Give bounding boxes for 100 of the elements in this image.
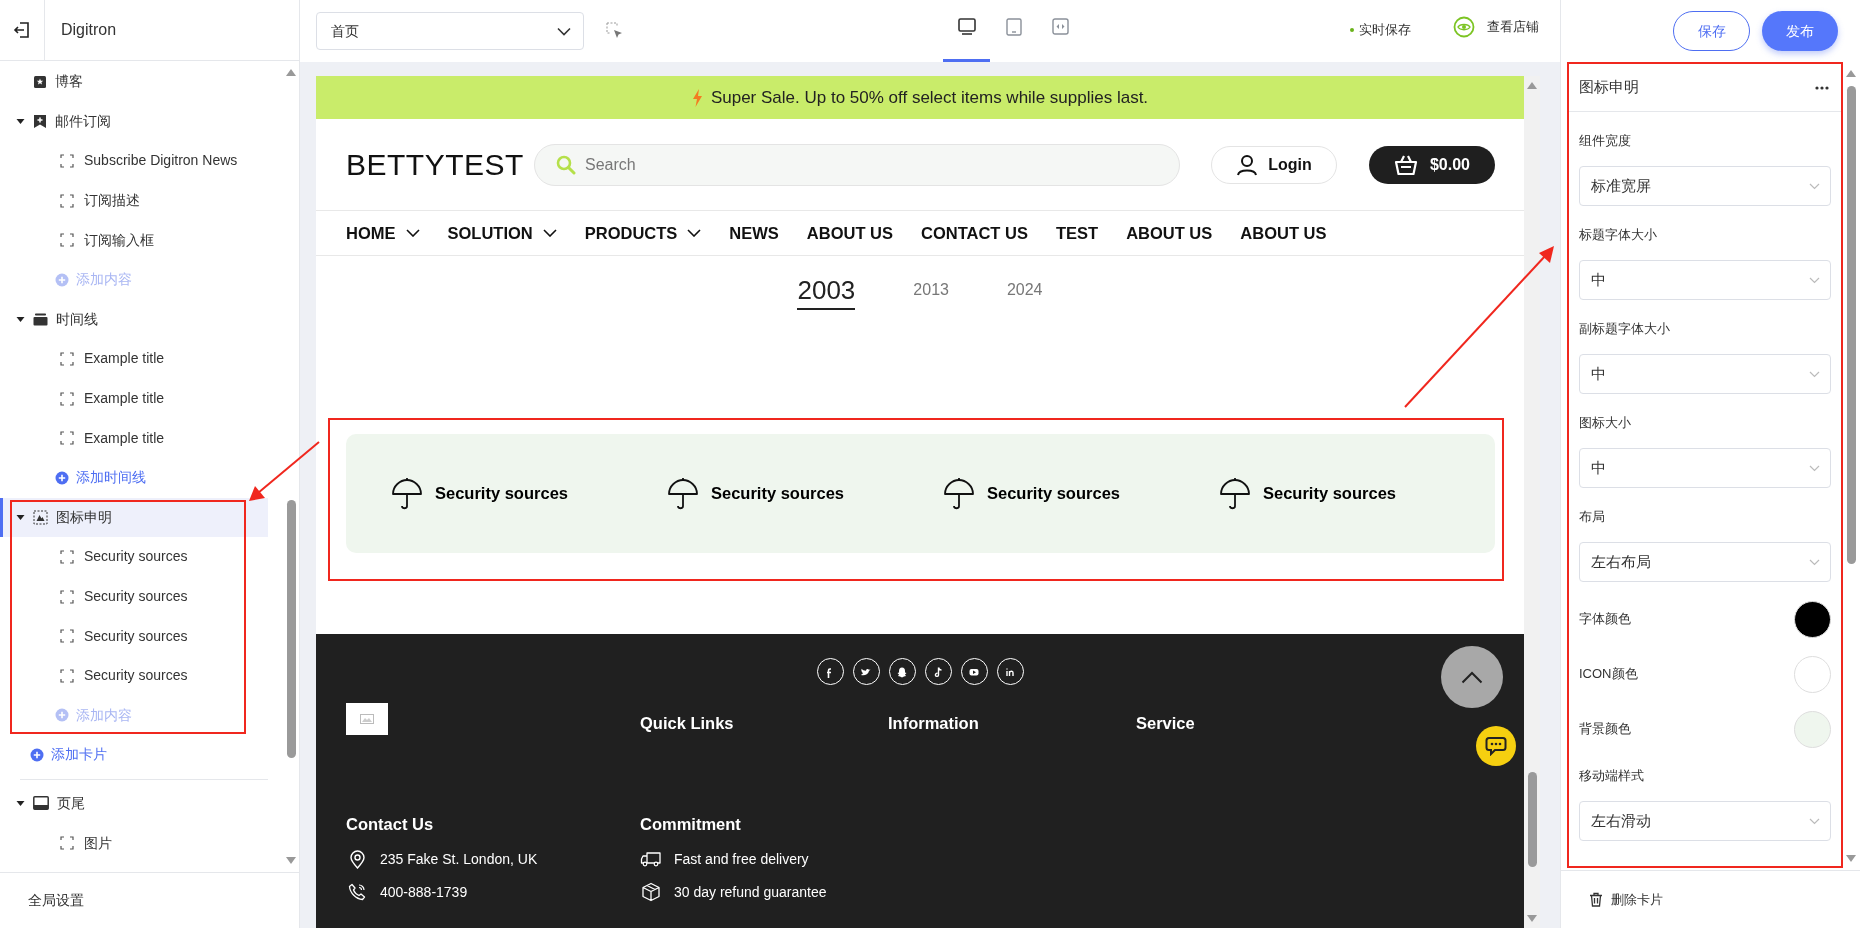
nav-link[interactable]: ABOUT US — [1126, 220, 1213, 246]
monitor-icon — [957, 18, 976, 35]
chevron-down-icon — [557, 26, 571, 36]
select-field[interactable]: 中 — [1579, 260, 1831, 300]
select-field[interactable]: 中 — [1579, 448, 1831, 488]
tree-item[interactable]: 页尾 — [0, 783, 268, 824]
nav-link[interactable]: ABOUT US — [806, 220, 893, 246]
nav-link[interactable]: PRODUCTS — [584, 220, 702, 246]
bookmark-plus-icon — [33, 113, 47, 129]
scroll-up-icon[interactable] — [1527, 82, 1537, 90]
publish-button[interactable]: 发布 — [1762, 11, 1838, 51]
color-swatch[interactable] — [1794, 600, 1831, 638]
chat-bubble-icon — [1485, 736, 1507, 756]
timeline-year-tab[interactable]: 2013 — [913, 276, 949, 310]
search-field[interactable]: Search — [534, 143, 1180, 186]
umbrella-icon — [1219, 476, 1251, 511]
scroll-down-icon[interactable] — [1846, 854, 1856, 862]
tree-item[interactable]: Example title — [0, 339, 268, 379]
scrollbar-thumb[interactable] — [1846, 86, 1856, 564]
global-settings-link[interactable]: 全局设置 — [28, 890, 84, 911]
field-label: 背景颜色 — [1579, 720, 1631, 739]
scroll-up-icon[interactable] — [1846, 70, 1856, 78]
annotation-arrow — [249, 441, 320, 501]
nav-link[interactable]: TEST — [1055, 220, 1099, 246]
tree-item[interactable]: 订阅描述 — [0, 180, 268, 221]
tree-item[interactable]: Security sources — [0, 616, 268, 656]
field-label: 图标大小 — [1579, 414, 1632, 432]
exit-icon — [13, 21, 31, 39]
tree-item[interactable]: Security sources — [0, 537, 268, 577]
delete-card-button[interactable]: 删除卡片 — [1589, 889, 1663, 910]
chevron-down-icon — [1809, 817, 1820, 825]
nav-link[interactable]: HOME — [346, 220, 420, 246]
chevron-down-icon — [1809, 370, 1820, 378]
timeline-year-tab[interactable]: 2024 — [1006, 276, 1043, 310]
tree-item[interactable]: 时间线 — [0, 299, 268, 340]
color-swatch[interactable] — [1794, 655, 1831, 693]
tree-item[interactable]: Example title — [0, 378, 268, 419]
tree-item[interactable]: 订阅输入框 — [0, 220, 268, 260]
select-field[interactable]: 左右滑动 — [1579, 801, 1831, 841]
field-label: 字体颜色 — [1579, 610, 1631, 629]
scrollbar-thumb[interactable] — [286, 500, 296, 758]
scroll-down-icon[interactable] — [1527, 914, 1537, 922]
tree-item[interactable]: Security sources — [0, 655, 268, 696]
nav-link[interactable]: CONTACT US — [921, 220, 1028, 246]
umbrella-icon — [391, 476, 423, 511]
corner-brackets-icon — [60, 391, 74, 406]
app-name: Digitron — [60, 20, 117, 40]
nav-link[interactable]: SOLUTION — [447, 220, 557, 246]
login-button[interactable]: Login — [1211, 145, 1337, 184]
chevron-up-icon — [1461, 670, 1483, 684]
tree-item[interactable]: Example title — [0, 418, 268, 458]
select-field[interactable]: 标准宽屏 — [1579, 166, 1831, 206]
store-logo: BETTYTEST — [346, 147, 525, 183]
cart-button[interactable]: $0.00 — [1369, 145, 1495, 184]
select-field[interactable]: 左右布局 — [1579, 542, 1831, 582]
timeline-year-tab[interactable]: 2003 — [797, 276, 856, 310]
user-icon — [1236, 153, 1259, 176]
chevron-down-icon — [687, 229, 702, 237]
add-content-link[interactable]: 添加时间线 — [0, 457, 268, 498]
umbrella-icon — [943, 476, 975, 511]
feature-title: Security sources — [1263, 483, 1396, 505]
corner-brackets-icon — [60, 233, 74, 248]
image-placeholder — [346, 703, 388, 735]
footer-heading: Contact Us — [346, 813, 435, 835]
plus-circle-icon — [55, 708, 69, 723]
scrollbar-thumb[interactable] — [1527, 772, 1537, 867]
scroll-down-icon[interactable] — [286, 856, 296, 864]
page-select[interactable]: 首页 — [316, 12, 584, 50]
nav-link[interactable]: ABOUT US — [1240, 220, 1327, 246]
status-dot — [1350, 27, 1354, 32]
save-button[interactable]: 保存 — [1673, 11, 1750, 51]
tree-item[interactable]: 博客 — [0, 62, 268, 102]
field-label: 副标题字体大小 — [1579, 320, 1671, 338]
contact-text: 30 day refund guarantee — [674, 882, 827, 902]
tree-item[interactable]: 邮件订阅 — [0, 101, 268, 142]
chevron-down-icon — [1809, 276, 1820, 284]
add-card-link[interactable]: 添加卡片 — [0, 735, 268, 775]
nav-link[interactable]: NEWS — [729, 220, 779, 246]
corner-brackets-icon — [60, 589, 74, 604]
tree-item[interactable]: 图标申明 — [0, 497, 268, 538]
lightning-icon — [691, 88, 703, 107]
field-label: 组件宽度 — [1579, 132, 1632, 150]
corner-brackets-icon — [60, 351, 74, 366]
footer-heading: Service — [1136, 713, 1196, 734]
view-store-link[interactable]: 查看店铺 — [1453, 16, 1539, 38]
tree-item[interactable]: Subscribe Digitron News — [0, 141, 268, 181]
select-field[interactable]: 中 — [1579, 354, 1831, 394]
arrows-box-icon — [1052, 18, 1069, 35]
footer-layout-icon — [33, 796, 49, 811]
field-label: 标题字体大小 — [1579, 226, 1658, 244]
selection-cursor-icon — [606, 22, 624, 40]
field-label: ICON颜色 — [1579, 665, 1638, 684]
chevron-down-icon — [542, 229, 557, 237]
color-swatch[interactable] — [1794, 710, 1831, 748]
scroll-up-icon[interactable] — [286, 69, 296, 77]
tablet-icon — [1005, 17, 1022, 36]
search-icon — [556, 154, 576, 175]
phone-icon — [348, 883, 366, 901]
tree-item[interactable]: 图片 — [0, 823, 268, 863]
tree-item[interactable]: Security sources — [0, 576, 268, 617]
